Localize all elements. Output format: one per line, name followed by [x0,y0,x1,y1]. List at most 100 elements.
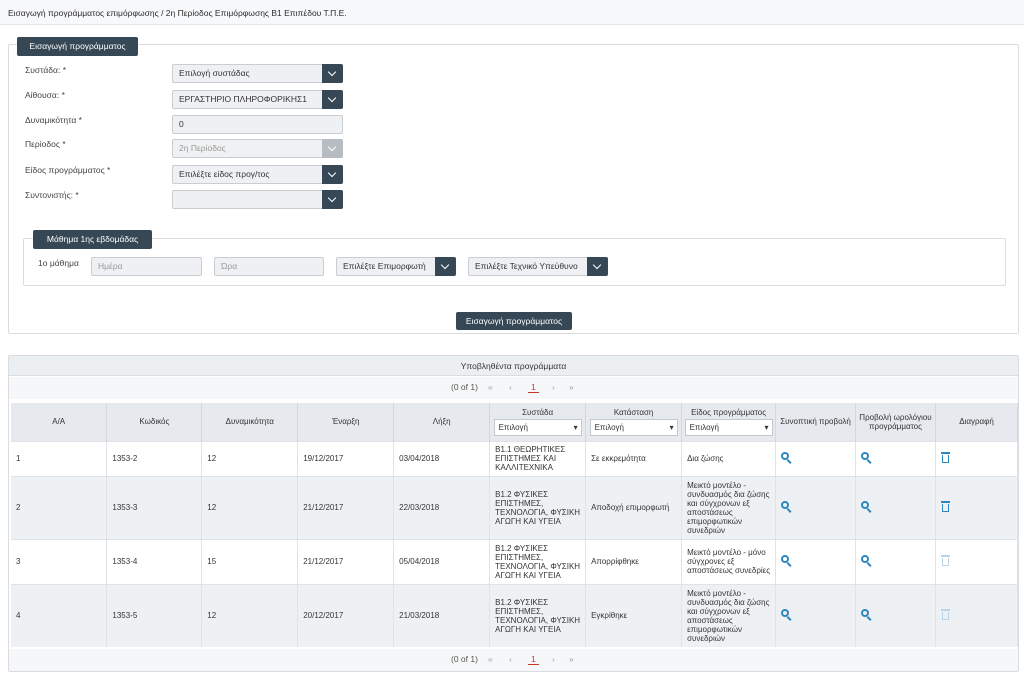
cell-summary [775,440,856,476]
cell-schedule [855,538,936,584]
next-page-icon[interactable]: › [552,382,555,392]
cell-code: 1353-3 [106,475,203,539]
trash-icon [940,555,950,566]
cell-start: 21/12/2017 [297,538,395,584]
chevron-down-icon[interactable] [587,257,608,276]
cell-status: Απορρίφθηκε [585,538,683,584]
last-page-icon[interactable]: » [569,382,574,392]
table-row: 4 1353-5 12 20/12/2017 21/03/2018 Β1.2 ΦΥΣΙΚΕ… [11,583,1019,647]
col-delete: Διαγραφή [935,403,1019,441]
chevron-down-icon[interactable] [322,90,343,109]
prev-page-icon[interactable]: ‹ [509,382,512,392]
col-ptype-label: Είδος προγράμματος [691,407,767,417]
cell-end: 03/04/2018 [393,440,491,476]
trainer-select[interactable]: Επιλέξτε Επιμορφωτή [336,257,456,276]
cell-capacity: 12 [201,583,299,647]
chevron-down-icon[interactable] [435,257,456,276]
trash-icon [940,609,950,621]
magnifier-icon[interactable] [781,501,792,513]
lesson-label: 1ο μάθημα [38,258,79,268]
current-page[interactable]: 1 [528,654,539,665]
trash-icon[interactable] [940,501,950,512]
last-page-icon[interactable]: » [569,654,574,664]
cell-capacity: 15 [201,538,299,584]
submit-program-button[interactable]: Εισαγωγή προγράμματος [456,312,572,330]
cell-schedule [855,583,936,647]
page-title: Εισαγωγή προγράμματος επιμόρφωσης / 2η Π… [0,0,1024,25]
first-page-icon[interactable]: « [488,654,493,664]
submitted-programs-section: Υποβληθέντα προγράμματα (0 of 1) « ‹ 1 ›… [8,355,1019,672]
col-aa[interactable]: Α/Α [11,403,108,441]
col-code[interactable]: Κωδικός [106,403,203,441]
pager-info: (0 of 1) [451,382,478,392]
cell-aa: 3 [11,538,108,584]
col-cluster: Συστάδα Επιλογή [489,403,587,441]
current-page[interactable]: 1 [528,382,539,393]
capacity-label: Δυναμικότητα * [25,115,82,125]
chevron-down-icon[interactable] [322,64,343,83]
cell-ptype: Μεικτό μοντέλο - συνδυασμός δια ζώσης κα… [681,583,777,647]
cell-aa: 2 [11,475,108,539]
cell-code: 1353-2 [106,440,203,476]
col-start[interactable]: Έναρξη [297,403,395,441]
week-legend: Μάθημα 1ης εβδομάδας [33,230,152,249]
cell-aa: 4 [11,583,108,647]
cell-capacity: 12 [201,475,299,539]
magnifier-icon[interactable] [861,452,872,464]
cell-status: Σε εκκρεμότητα [585,440,683,476]
cell-end: 21/03/2018 [393,583,491,647]
cell-summary [775,475,856,539]
col-capacity[interactable]: Δυναμικότητα [201,403,299,441]
cell-status: Εγκρίθηκε [585,583,683,647]
trash-icon[interactable] [940,452,950,463]
time-input[interactable]: Ώρα [214,257,324,276]
prev-page-icon[interactable]: ‹ [509,654,512,664]
magnifier-icon[interactable] [781,609,792,622]
room-select[interactable]: ΕΡΓΑΣΤΗΡΙΟ ΠΛΗΡΟΦΟΡΙΚΗΣ1 [172,90,343,109]
cell-ptype: Μεικτό μοντέλο - μόνο σύγχρονες εξ αποστ… [681,538,777,584]
tech-select[interactable]: Επιλέξτε Τεχνικό Υπεύθυνο [468,257,608,276]
ptype-filter[interactable]: Επιλογή [684,418,773,436]
status-filter[interactable]: Επιλογή [589,418,678,436]
cell-start: 21/12/2017 [297,475,395,539]
chevron-down-icon[interactable] [322,165,343,184]
cell-status: Αποδοχή επιμορφωτή [585,475,683,539]
col-ptype: Είδος προγράμματος Επιλογή [681,403,777,441]
cell-code: 1353-5 [106,583,203,647]
cell-end: 05/04/2018 [393,538,491,584]
coordinator-select[interactable] [172,190,343,209]
cell-code: 1353-4 [106,538,203,584]
cell-summary [775,538,856,584]
pager-info: (0 of 1) [451,654,478,664]
next-page-icon[interactable]: › [552,654,555,664]
magnifier-icon[interactable] [861,555,872,567]
capacity-input[interactable]: 0 [172,115,343,134]
magnifier-icon[interactable] [861,501,872,513]
chevron-down-icon[interactable] [322,190,343,209]
pager-top: (0 of 1) « ‹ 1 › » [9,377,1018,399]
magnifier-icon[interactable] [781,555,792,567]
cluster-filter[interactable]: Επιλογή [493,418,582,436]
first-page-icon[interactable]: « [488,382,493,392]
section-title: Υποβληθέντα προγράμματα [9,356,1018,376]
cell-delete [935,538,1019,584]
cell-start: 20/12/2017 [297,583,395,647]
col-cluster-label: Συστάδα [522,407,554,417]
cell-capacity: 12 [201,440,299,476]
cell-summary [775,583,856,647]
magnifier-icon[interactable] [781,452,792,464]
room-label: Αίθουσα: * [25,90,65,100]
cluster-select[interactable]: Επιλογή συστάδας [172,64,343,83]
day-input[interactable]: Ημέρα [91,257,202,276]
period-label: Περίοδος * [25,139,66,149]
cell-cluster: Β1.2 ΦΥΣΙΚΕΣ ΕΠΙΣΤΗΜΕΣ, ΤΕΧΝΟΛΟΓΙΑ, ΦΥΣΙ… [489,538,587,584]
table-row: 2 1353-3 12 21/12/2017 22/03/2018 Β1.2 ΦΥΣΙΚΕ… [11,475,1019,539]
cluster-label: Συστάδα: * [25,65,66,75]
cell-end: 22/03/2018 [393,475,491,539]
cell-schedule [855,440,936,476]
col-end[interactable]: Λήξη [393,403,491,441]
magnifier-icon[interactable] [861,609,872,622]
cell-start: 19/12/2017 [297,440,395,476]
program-type-select[interactable]: Επιλέξτε είδος προγ/τος [172,165,343,184]
program-type-label: Είδος προγράμματος * [25,165,111,175]
